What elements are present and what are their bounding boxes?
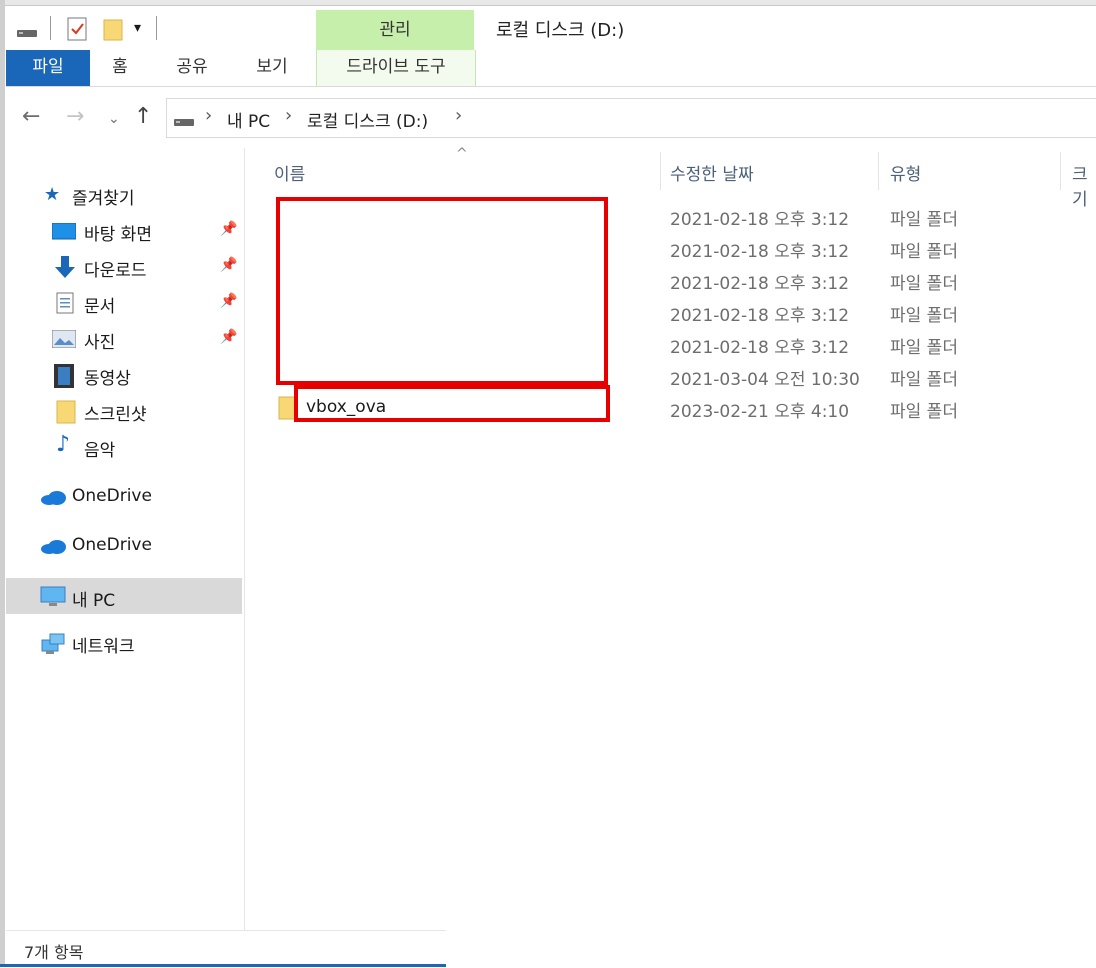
pin-icon[interactable]: 📌: [220, 329, 237, 345]
nav-item-videos[interactable]: 동영상: [6, 358, 242, 392]
tab-home[interactable]: 홈: [94, 50, 146, 86]
navigation-pane: ★ 즐겨찾기 바탕 화면 📌 다운로드 📌 문서 📌 사진 📌 동영상 스크린샷…: [6, 148, 245, 930]
tab-view[interactable]: 보기: [242, 50, 302, 86]
pin-icon[interactable]: 📌: [220, 221, 237, 237]
folder-icon: [56, 400, 76, 429]
item-count: 7개 항목: [24, 943, 84, 962]
breadcrumb-chevron-icon[interactable]: ›: [455, 105, 462, 126]
highlight-box: [294, 385, 610, 422]
nav-item-pictures[interactable]: 사진 📌: [6, 322, 242, 356]
nav-item-onedrive-2[interactable]: OneDrive: [6, 529, 242, 563]
window-title: 로컬 디스크 (D:): [496, 20, 625, 41]
file-list: ^ 이름 수정한 날짜 유형 크기 2021-02-18 오후 3:12 파일 …: [246, 146, 1096, 930]
column-header-type[interactable]: 유형: [890, 160, 921, 185]
back-arrow-icon[interactable]: ←: [22, 104, 40, 130]
tab-file[interactable]: 파일: [6, 50, 90, 86]
nav-item-onedrive-1[interactable]: OneDrive: [6, 480, 242, 514]
download-arrow-icon: [54, 256, 76, 285]
recent-locations-chevron-icon[interactable]: ⌄: [108, 106, 120, 132]
pin-icon[interactable]: 📌: [220, 293, 237, 309]
breadcrumb-chevron-icon[interactable]: ›: [205, 105, 212, 126]
breadcrumb-local-disk[interactable]: 로컬 디스크 (D:): [307, 107, 428, 132]
nav-item-documents[interactable]: 문서 📌: [6, 286, 242, 320]
nav-quick-access[interactable]: ★ 즐겨찾기: [6, 178, 242, 212]
pictures-icon: [51, 329, 77, 353]
column-header-date[interactable]: 수정한 날짜: [670, 160, 754, 185]
cloud-icon: [40, 490, 68, 510]
cloud-icon: [40, 539, 68, 559]
network-icon: [40, 632, 66, 661]
desktop-icon: [51, 222, 77, 246]
redaction-box: [276, 197, 608, 385]
drive-icon: [173, 113, 195, 133]
breadcrumb-chevron-icon[interactable]: ›: [285, 105, 292, 126]
music-note-icon: ♪: [56, 432, 71, 457]
nav-item-this-pc[interactable]: 내 PC: [6, 578, 242, 614]
tab-share[interactable]: 공유: [162, 50, 222, 86]
ribbon-tabs: 파일 홈 공유 보기 드라이브 도구: [6, 50, 1096, 87]
up-arrow-icon[interactable]: ↑: [134, 104, 152, 130]
nav-item-screenshots[interactable]: 스크린샷: [6, 394, 242, 428]
quick-access-toolbar: ▾: [6, 6, 316, 50]
sort-ascending-icon: ^: [456, 146, 468, 162]
nav-item-music[interactable]: ♪ 음악: [6, 430, 242, 464]
breadcrumb-this-pc[interactable]: 내 PC: [227, 107, 270, 132]
customize-dropdown-icon[interactable]: ▾: [134, 20, 141, 36]
nav-item-downloads[interactable]: 다운로드 📌: [6, 250, 242, 284]
status-bar: 7개 항목: [6, 930, 446, 968]
properties-icon[interactable]: [66, 16, 88, 47]
pin-icon[interactable]: 📌: [220, 257, 237, 273]
tab-drive-tools[interactable]: 드라이브 도구: [316, 50, 476, 86]
drive-icon[interactable]: [16, 24, 38, 44]
address-bar[interactable]: › 내 PC › 로컬 디스크 (D:) ›: [166, 98, 1096, 138]
nav-item-network[interactable]: 네트워크: [6, 626, 242, 660]
computer-icon: [40, 586, 66, 613]
manage-context-tab[interactable]: 관리: [316, 10, 474, 50]
forward-arrow-icon[interactable]: →: [66, 104, 84, 130]
column-header-name[interactable]: 이름: [274, 160, 305, 185]
document-icon: [56, 292, 74, 319]
star-icon: ★: [44, 184, 61, 205]
navigation-bar: ← → ⌄ ↑ › 내 PC › 로컬 디스크 (D:) ›: [6, 96, 1096, 140]
window-left-edge: [0, 0, 5, 967]
nav-item-desktop[interactable]: 바탕 화면 📌: [6, 214, 242, 248]
new-folder-icon[interactable]: [102, 16, 124, 47]
film-icon: [54, 364, 74, 393]
